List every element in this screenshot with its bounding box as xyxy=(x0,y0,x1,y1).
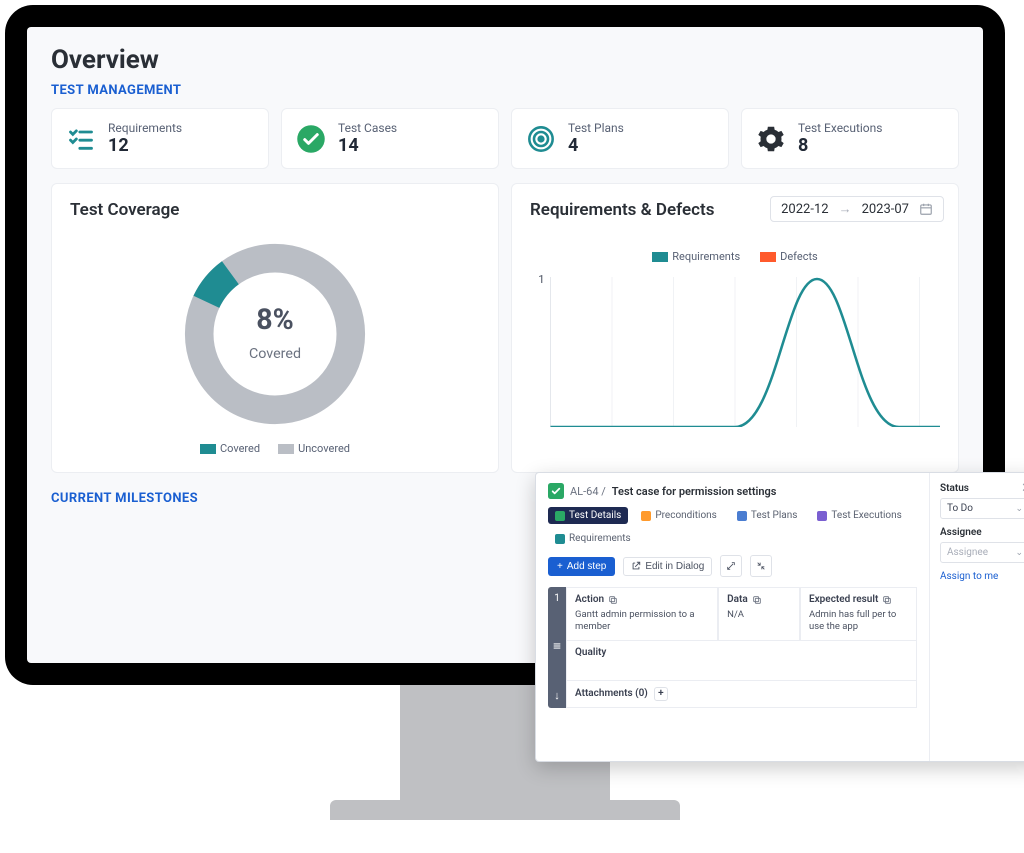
external-icon xyxy=(631,561,641,571)
panel-requirements-defects: Requirements & Defects 2022-12 → 2023-07… xyxy=(511,183,959,473)
collapse-icon xyxy=(756,561,766,571)
dialog-tabs: Test Details Preconditions Test Plans Te… xyxy=(548,507,917,547)
arrow-down-icon: ↓ xyxy=(554,689,560,702)
edit-in-dialog-button[interactable]: Edit in Dialog xyxy=(623,557,712,576)
stat-testexecs-value: 8 xyxy=(798,135,882,156)
tab-test-details[interactable]: Test Details xyxy=(548,507,628,524)
assignee-select[interactable]: Assignee ⌄ xyxy=(940,542,1024,563)
stat-testexecs-card[interactable]: Test Executions 8 xyxy=(741,108,959,169)
stat-testcases-value: 14 xyxy=(338,135,397,156)
copy-icon[interactable] xyxy=(752,595,762,605)
stat-testcases-label: Test Cases xyxy=(338,121,397,135)
step-expected-cell[interactable]: Expected result Admin has full per to us… xyxy=(800,587,917,641)
collapse-button[interactable] xyxy=(750,555,772,577)
tab-preconditions[interactable]: Preconditions xyxy=(634,507,724,524)
gear-icon xyxy=(756,124,786,154)
copy-icon[interactable] xyxy=(608,595,618,605)
expected-col-text: Admin has full per to use the app xyxy=(809,609,908,634)
tab-requirements[interactable]: Requirements xyxy=(548,530,638,547)
page-title: Overview xyxy=(51,45,959,75)
test-case-dialog: ✕ AL-64 / Test case for permission setti… xyxy=(535,472,1024,762)
step-gutter: 1 ↓ xyxy=(548,587,566,708)
stats-row: Requirements 12 Test Cases 14 xyxy=(51,108,959,169)
donut-caption: Covered xyxy=(249,346,301,362)
target-icon xyxy=(526,124,556,154)
legend-covered-label: Covered xyxy=(220,442,260,455)
legend-requirements-label: Requirements xyxy=(672,250,740,263)
stat-testcases-card[interactable]: Test Cases 14 xyxy=(281,108,499,169)
step-number: 1 xyxy=(554,593,560,604)
stat-testplans-label: Test Plans xyxy=(568,121,624,135)
check-dot-icon xyxy=(555,511,565,521)
req-dot-icon xyxy=(555,534,565,544)
action-col-text: Gantt admin permission to a member xyxy=(575,609,709,634)
date-to: 2023-07 xyxy=(862,202,909,217)
section-test-management: TEST MANAGEMENT xyxy=(51,83,959,98)
donut-legend: Covered Uncovered xyxy=(200,442,350,455)
breadcrumb[interactable]: AL-64 / xyxy=(570,485,606,498)
calendar-icon xyxy=(919,202,933,216)
attachments-label: Attachments (0) xyxy=(575,688,648,699)
stat-testplans-card[interactable]: Test Plans 4 xyxy=(511,108,729,169)
panel-test-coverage: Test Coverage 8% Covered Covered Uncover… xyxy=(51,183,499,473)
action-col-header: Action xyxy=(575,594,604,605)
legend-defects-label: Defects xyxy=(780,250,818,263)
step-action-cell[interactable]: Action Gantt admin permission to a membe… xyxy=(566,587,718,641)
testcase-badge-icon xyxy=(548,483,564,499)
assign-to-me-link[interactable]: Assign to me xyxy=(940,571,1024,582)
chevron-down-icon: ⌄ xyxy=(1015,504,1023,514)
add-step-button[interactable]: + Add step xyxy=(548,557,615,576)
donut-percent: 8% xyxy=(256,302,294,336)
dialog-header: AL-64 / Test case for permission setting… xyxy=(548,483,917,499)
list-icon xyxy=(552,641,562,651)
step-row: 1 ↓ Action Gantt admin permission to a m… xyxy=(548,587,917,708)
data-col-text: N/A xyxy=(727,609,791,621)
expand-icon xyxy=(726,561,736,571)
data-col-header: Data xyxy=(727,594,748,605)
stat-requirements-card[interactable]: Requirements 12 xyxy=(51,108,269,169)
step-data-cell[interactable]: Data N/A xyxy=(718,587,800,641)
checklist-icon xyxy=(66,124,96,154)
status-select[interactable]: To Do ⌄ xyxy=(940,498,1024,519)
status-label: Status xyxy=(940,483,1024,494)
line-chart: 1 xyxy=(530,267,940,427)
date-from: 2022-12 xyxy=(781,202,828,217)
y-axis-tick: 1 xyxy=(538,273,544,286)
stat-requirements-label: Requirements xyxy=(108,121,182,135)
precond-dot-icon xyxy=(641,511,651,521)
expected-col-header: Expected result xyxy=(809,594,878,605)
expand-button[interactable] xyxy=(720,555,742,577)
attachments-row[interactable]: Attachments (0) + xyxy=(566,681,917,708)
chevron-down-icon: ⌄ xyxy=(1015,548,1023,558)
tab-test-executions[interactable]: Test Executions xyxy=(810,507,908,524)
check-circle-icon xyxy=(296,124,326,154)
stat-requirements-value: 12 xyxy=(108,135,182,156)
assignee-label: Assignee xyxy=(940,527,1024,538)
copy-icon[interactable] xyxy=(882,595,892,605)
dialog-toolbar: + Add step Edit in Dialog xyxy=(548,555,917,577)
date-range-picker[interactable]: 2022-12 → 2023-07 xyxy=(770,196,944,222)
panel-title-coverage: Test Coverage xyxy=(70,200,480,220)
dialog-title: Test case for permission settings xyxy=(612,485,777,498)
plus-icon[interactable]: + xyxy=(654,687,668,701)
exec-dot-icon xyxy=(817,511,827,521)
quality-row[interactable]: Quality xyxy=(566,641,917,681)
plus-icon: + xyxy=(557,561,563,572)
dialog-sidebar: Status To Do ⌄ Assignee Assignee ⌄ Assig… xyxy=(930,473,1024,761)
stat-testexecs-label: Test Executions xyxy=(798,121,882,135)
line-chart-legend: Requirements Defects xyxy=(530,250,940,263)
tab-test-plans[interactable]: Test Plans xyxy=(730,507,805,524)
plans-dot-icon xyxy=(737,511,747,521)
legend-uncovered-label: Uncovered xyxy=(298,442,350,455)
arrow-right-icon: → xyxy=(839,201,852,217)
stat-testplans-value: 4 xyxy=(568,135,624,156)
donut-chart: 8% Covered xyxy=(175,234,375,434)
